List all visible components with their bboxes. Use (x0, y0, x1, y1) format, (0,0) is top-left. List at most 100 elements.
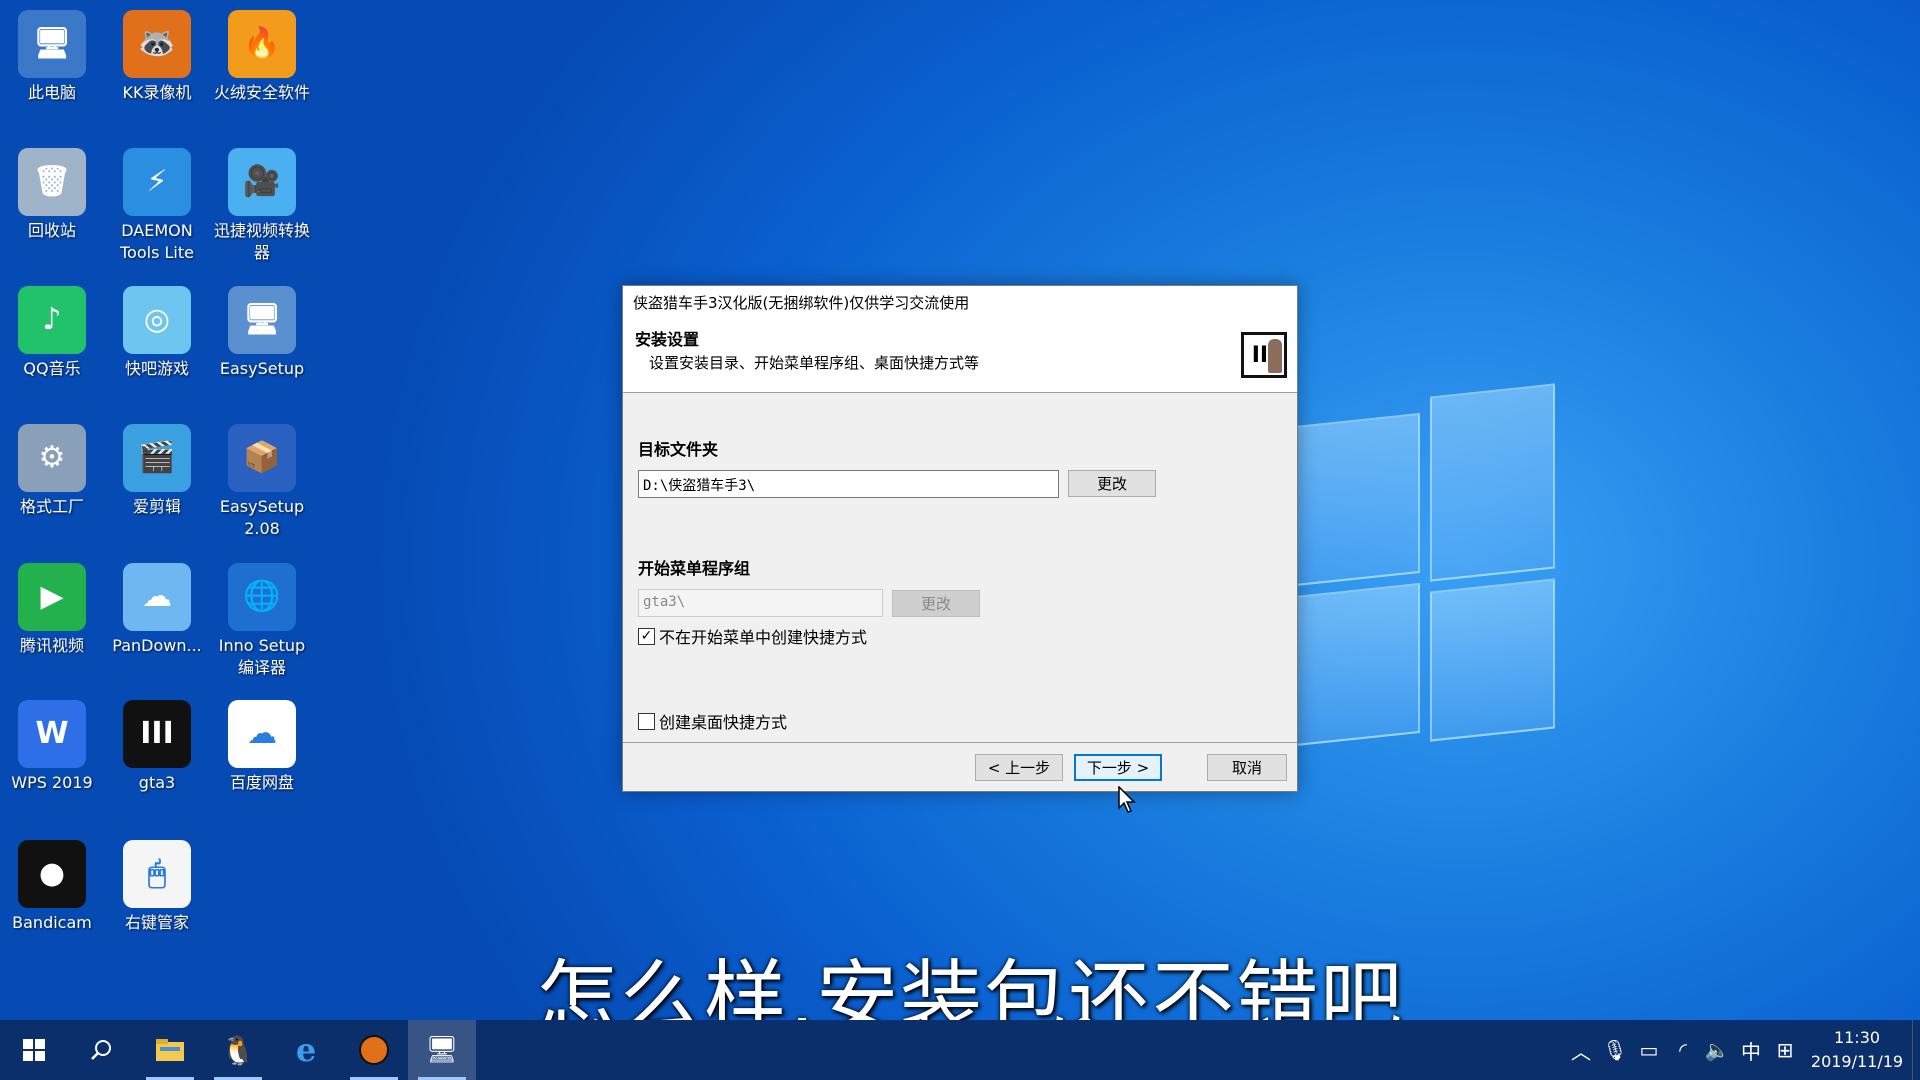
ime-indicator[interactable]: 中 (1734, 1036, 1768, 1065)
desktop-icon-format-factory[interactable]: ⚙ 格式工厂 (0, 424, 104, 518)
desktop-icon-label: 此电脑 (27, 83, 76, 102)
pandownload-icon: ☁ (123, 563, 191, 631)
desktop-icon-label: QQ音乐 (23, 359, 81, 378)
huorong-shield-icon: 🔥 (228, 10, 296, 78)
desktop-icon-right-click-manager[interactable]: 🖱 右键管家 (105, 840, 209, 934)
desktop-icon-label: 百度网盘 (229, 773, 294, 792)
kk-recorder-icon: 🦝 (123, 10, 191, 78)
taskbar-qq[interactable]: 🐧 (204, 1020, 272, 1080)
clock-time: 11:30 (1833, 1028, 1881, 1047)
desktop-icon-label: 爱剪辑 (132, 497, 181, 516)
desktop-icon-label: 快吧游戏 (124, 359, 189, 378)
inno-setup-icon: 🌐 (228, 563, 296, 631)
no-startmenu-label: 不在开始菜单中创建快捷方式 (659, 628, 868, 647)
mouse-cursor-icon (1118, 786, 1136, 813)
desktop-icon-label: 迅捷视频转换器 (213, 221, 310, 262)
desktop-icon-label: EasySetup 2.08 (219, 497, 305, 538)
system-tray: ︿ 🎙 ▭ ◜ 🔈 中 ⊞ 11:30 2019/11/19 (1564, 1020, 1920, 1080)
search-icon (91, 1040, 111, 1060)
dialog-titlebar[interactable]: 侠盗猎车手3汉化版(无捆绑软件)仅供学习交流使用 (623, 286, 1297, 318)
desktop-icon-aijianji[interactable]: 🎬 爱剪辑 (105, 424, 209, 518)
desktop-icon-label: WPS 2019 (11, 773, 93, 792)
desktop-icon-qq-music[interactable]: ♪ QQ音乐 (0, 286, 104, 380)
target-folder-input[interactable]: D:\侠盗猎车手3\ (638, 470, 1059, 498)
folder-icon (156, 1039, 184, 1061)
desktop-icon-video-converter[interactable]: 🎥 迅捷视频转换器 (210, 148, 314, 264)
baidu-netdisk-icon: ☁ (228, 700, 296, 768)
video-converter-icon: 🎥 (228, 148, 296, 216)
installer-dialog: 侠盗猎车手3汉化版(无捆绑软件)仅供学习交流使用 安装设置 设置安装目录、开始菜… (622, 285, 1298, 792)
desktop-icon-easysetup-installer[interactable]: 📦 EasySetup 2.08 (210, 424, 314, 540)
desktop-icon-label: Inno Setup 编译器 (218, 636, 306, 677)
change-startmenu-button[interactable]: 更改 (892, 590, 980, 617)
dialog-title: 侠盗猎车手3汉化版(无捆绑软件)仅供学习交流使用 (633, 294, 970, 312)
desktop-icon-computer[interactable]: 🖥 此电脑 (0, 10, 104, 104)
easysetup-icon: 🖥 (228, 286, 296, 354)
search-button[interactable] (68, 1020, 136, 1080)
bandicam-icon: ● (18, 840, 86, 908)
desktop-icon-wps[interactable]: W WPS 2019 (0, 700, 104, 794)
network-icon[interactable]: ◜ (1666, 1038, 1700, 1062)
desktop-icon-label: gta3 (138, 773, 176, 792)
ime-keyboard-icon[interactable]: ⊞ (1768, 1038, 1802, 1062)
taskbar-installer[interactable]: 🖥 (408, 1020, 476, 1080)
start-button[interactable] (0, 1020, 68, 1080)
desktop-icon-gta3[interactable]: III gta3 (105, 700, 209, 794)
qq-penguin-icon: 🐧 (220, 1033, 256, 1067)
desktop-icon-label: DAEMON Tools Lite (120, 221, 194, 262)
desktop-icon-tencent-video[interactable]: ▶ 腾讯视频 (0, 563, 104, 657)
desktop-icon-daemon-tools[interactable]: ⚡ DAEMON Tools Lite (105, 148, 209, 264)
taskbar-file-explorer[interactable] (136, 1020, 204, 1080)
desktop-icon-easysetup[interactable]: 🖥 EasySetup (210, 286, 314, 380)
desktop-icon-baidu-netdisk[interactable]: ☁ 百度网盘 (210, 700, 314, 794)
show-desktop-button[interactable] (1912, 1020, 1920, 1080)
desktop-shortcut-label: 创建桌面快捷方式 (659, 713, 788, 732)
edge-browser-icon: e (295, 1031, 317, 1069)
change-folder-button[interactable]: 更改 (1068, 470, 1156, 497)
desktop-icon-label: 格式工厂 (19, 497, 84, 516)
microphone-icon[interactable]: 🎙 (1598, 1038, 1632, 1062)
next-button[interactable]: 下一步 > (1074, 754, 1162, 781)
kk-recorder-icon (359, 1035, 389, 1065)
daemon-tools-icon: ⚡ (123, 148, 191, 216)
desktop-icon-pandownload[interactable]: ☁ PanDown... (105, 563, 209, 657)
format-factory-icon: ⚙ (18, 424, 86, 492)
desktop-icon-recycle-bin[interactable]: 🗑 回收站 (0, 148, 104, 242)
speaker-icon[interactable]: 🔈 (1700, 1038, 1734, 1062)
aijianji-icon: 🎬 (123, 424, 191, 492)
desktop-icon-label: KK录像机 (122, 83, 192, 102)
desktop-icon-kk-recorder[interactable]: 🦝 KK录像机 (105, 10, 209, 104)
taskbar: 🐧 e 🖥 ︿ 🎙 ▭ ◜ 🔈 中 ⊞ 11:30 2019/11/19 (0, 1020, 1920, 1080)
desktop-icon-label: 回收站 (27, 221, 76, 240)
clock[interactable]: 11:30 2019/11/19 (1802, 1026, 1912, 1074)
desktop-icon-inno-setup[interactable]: 🌐 Inno Setup 编译器 (210, 563, 314, 679)
desktop-icon-kuaiba-game[interactable]: ◎ 快吧游戏 (105, 286, 209, 380)
no-startmenu-checkbox[interactable]: ✓ 不在开始菜单中创建快捷方式 (638, 624, 867, 648)
desktop-icon-label: Bandicam (12, 913, 92, 932)
computer-icon: 🖥 (18, 10, 86, 78)
windows-start-icon (23, 1039, 45, 1061)
checkbox-unchecked-icon[interactable] (638, 712, 655, 730)
battery-icon[interactable]: ▭ (1632, 1038, 1666, 1062)
clock-date: 2019/11/19 (1810, 1052, 1904, 1071)
header-subtitle: 设置安装目录、开始菜单程序组、桌面快捷方式等 (649, 354, 980, 372)
taskbar-edge[interactable]: e (272, 1020, 340, 1080)
checkbox-checked-icon[interactable]: ✓ (638, 627, 655, 645)
footer-divider (623, 742, 1297, 743)
desktop-icon-label: 腾讯视频 (19, 636, 84, 655)
qq-music-icon: ♪ (18, 286, 86, 354)
chevron-up-icon[interactable]: ︿ (1564, 1036, 1598, 1065)
desktop-icon-label: PanDown... (112, 636, 202, 655)
desktop-icon-bandicam[interactable]: ● Bandicam (0, 840, 104, 934)
wps-icon: W (18, 700, 86, 768)
startmenu-group-input[interactable]: gta3\ (638, 589, 883, 617)
recycle-bin-icon: 🗑 (18, 148, 86, 216)
desktop-shortcut-checkbox[interactable]: 创建桌面快捷方式 (638, 709, 787, 733)
right-click-manager-icon: 🖱 (123, 840, 191, 908)
back-button[interactable]: < 上一步 (975, 754, 1063, 781)
gta3-icon: III (123, 700, 191, 768)
dialog-header: 安装设置 设置安装目录、开始菜单程序组、桌面快捷方式等 III (623, 318, 1297, 393)
cancel-button[interactable]: 取消 (1207, 754, 1287, 781)
taskbar-kk-recorder[interactable] (340, 1020, 408, 1080)
desktop-icon-huorong-shield[interactable]: 🔥 火绒安全软件 (210, 10, 314, 104)
